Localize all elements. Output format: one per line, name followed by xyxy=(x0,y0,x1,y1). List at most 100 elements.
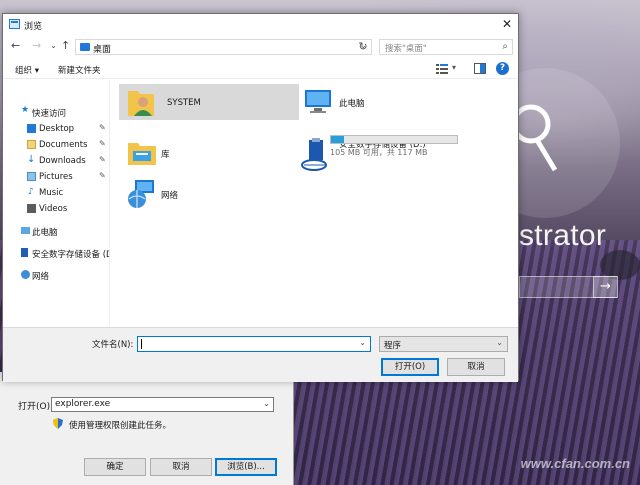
text-caret xyxy=(141,339,142,349)
window-title: 浏览 xyxy=(24,22,43,32)
documents-icon xyxy=(27,140,36,149)
chevron-down-icon[interactable]: ⌄ xyxy=(496,338,503,347)
filename-label: 文件名(N): xyxy=(92,340,134,350)
sidebar-item-label: Downloads xyxy=(39,156,86,166)
organize-menu[interactable]: 组织 ▾ xyxy=(15,64,39,76)
computer-icon xyxy=(21,227,30,234)
cancel-button[interactable]: 取消 xyxy=(447,358,505,376)
pin-icon[interactable]: ✎ xyxy=(99,123,106,132)
chevron-down-icon[interactable]: ⌄ xyxy=(359,338,366,347)
sidebar-item-videos[interactable]: Videos xyxy=(3,202,109,216)
list-item-system[interactable]: SYSTEM xyxy=(119,84,299,120)
sidebar-item-label: 此电脑 xyxy=(32,228,58,238)
browse-dialog: 浏览 ✕ ← → ⌄ ↑ 桌面 ⌄ ↻ 搜索"桌面" ⌕ 组织 ▾ 新建文件夹 … xyxy=(2,13,519,382)
run-open-label: 打开(O): xyxy=(18,402,54,412)
title-bar[interactable]: 浏览 ✕ xyxy=(3,14,518,36)
navigation-pane: ★ 快速访问 Desktop ✎ Documents ✎ ↓ Downloads… xyxy=(3,80,110,327)
desktop-icon xyxy=(27,124,36,133)
address-bar[interactable]: 桌面 ⌄ xyxy=(75,39,372,55)
sidebar-item-music[interactable]: ♪ Music xyxy=(3,186,109,200)
list-item-network[interactable]: 网络 xyxy=(119,176,289,212)
run-dialog: ▔▔▔▔▔▔▔▔▔▔ 打开(O): explorer.exe ⌄ 使用管理权限创… xyxy=(0,372,294,485)
sidebar-item-label: Pictures xyxy=(39,172,73,182)
sidebar-item-removable-drive[interactable]: 安全数字存储设备 (D xyxy=(3,246,110,260)
uac-shield-icon xyxy=(53,418,63,429)
new-folder-button[interactable]: 新建文件夹 xyxy=(58,64,101,76)
chevron-down-icon[interactable]: ⌄ xyxy=(263,399,270,408)
browse-button[interactable]: 浏览(B)... xyxy=(215,458,277,476)
pin-icon[interactable]: ✎ xyxy=(99,139,106,148)
usb-drive-icon xyxy=(21,248,28,257)
computer-icon xyxy=(305,90,331,113)
sidebar-item-network[interactable]: 网络 xyxy=(3,268,109,282)
view-dropdown-icon[interactable]: ▾ xyxy=(452,63,456,72)
item-label: SYSTEM xyxy=(167,98,201,108)
sidebar-item-label: 安全数字存储设备 (D xyxy=(32,250,110,260)
refresh-icon[interactable]: ↻ xyxy=(355,39,371,55)
list-item-library[interactable]: 库 xyxy=(119,135,289,171)
quick-access-star-icon: ★ xyxy=(21,105,30,115)
forward-arrow-icon[interactable]: → xyxy=(32,39,41,52)
open-button[interactable]: 打开(O) xyxy=(381,358,439,376)
item-label: 此电脑 xyxy=(339,99,365,109)
sidebar-item-this-pc[interactable]: 此电脑 xyxy=(3,224,109,238)
run-open-input[interactable]: explorer.exe ⌄ xyxy=(51,397,274,412)
user-folder-icon xyxy=(128,91,154,116)
recent-locations-chevron-icon[interactable]: ⌄ xyxy=(50,41,57,50)
submit-arrow-button[interactable]: → xyxy=(593,276,618,298)
list-item-this-pc[interactable]: 此电脑 xyxy=(297,84,497,120)
item-label: 网络 xyxy=(161,191,179,201)
network-icon xyxy=(128,180,154,208)
pictures-icon xyxy=(27,172,36,181)
back-arrow-icon[interactable]: ← xyxy=(11,39,20,52)
videos-icon xyxy=(27,204,36,213)
usb-drive-icon xyxy=(301,138,327,171)
dialog-footer: 文件名(N): ⌄ 程序 ⌄ 打开(O) 取消 xyxy=(3,327,518,382)
breadcrumb[interactable]: 桌面 xyxy=(93,42,111,55)
drive-usage-bar xyxy=(330,135,458,144)
library-icon xyxy=(128,143,156,165)
run-open-value: explorer.exe xyxy=(55,399,111,409)
sidebar-item-pictures[interactable]: Pictures ✎ xyxy=(3,170,109,184)
help-icon[interactable]: ? xyxy=(496,62,509,75)
window-icon xyxy=(9,19,20,29)
music-note-icon: ♪ xyxy=(28,187,34,197)
filename-input[interactable]: ⌄ xyxy=(137,336,371,352)
search-icon[interactable]: ⌕ xyxy=(502,41,508,52)
desktop-folder-icon xyxy=(80,43,90,51)
sidebar-item-label: Documents xyxy=(39,140,88,150)
sidebar-item-label: Desktop xyxy=(39,124,75,134)
item-label: 库 xyxy=(161,150,170,160)
sidebar-item-label: 网络 xyxy=(32,272,50,282)
sidebar-item-quick-access[interactable]: ★ 快速访问 xyxy=(3,105,109,119)
sidebar-item-label: 快速访问 xyxy=(32,109,67,119)
sidebar-item-label: Music xyxy=(39,188,64,198)
view-options-icon[interactable] xyxy=(436,63,448,74)
downloads-arrow-icon: ↓ xyxy=(27,154,36,165)
sidebar-item-label: Videos xyxy=(39,204,68,214)
ok-button[interactable]: 确定 xyxy=(84,458,146,476)
drive-free-space: 105 MB 可用，共 117 MB xyxy=(330,148,428,157)
drive-usage-fill xyxy=(331,136,344,143)
file-type-select[interactable]: 程序 ⌄ xyxy=(379,336,508,352)
sidebar-item-downloads[interactable]: ↓ Downloads ✎ xyxy=(3,154,109,168)
run-cancel-button[interactable]: 取消 xyxy=(150,458,212,476)
up-arrow-icon[interactable]: ↑ xyxy=(61,39,70,52)
watermark: www.cfan.com.cn xyxy=(520,456,630,471)
search-input[interactable]: 搜索"桌面" ⌕ xyxy=(379,39,513,55)
sidebar-item-desktop[interactable]: Desktop ✎ xyxy=(3,122,109,136)
navigation-bar: ← → ⌄ ↑ 桌面 ⌄ ↻ 搜索"桌面" ⌕ xyxy=(3,36,518,58)
file-type-value: 程序 xyxy=(384,341,402,351)
file-list: SYSTEM 此电脑 库 安全数字存储设备 (D:) 网络 xyxy=(111,80,518,327)
sidebar-item-documents[interactable]: Documents ✎ xyxy=(3,138,109,152)
user-name: strator xyxy=(519,219,607,252)
user-avatar-icon xyxy=(515,104,558,172)
preview-pane-icon[interactable] xyxy=(474,63,486,74)
pin-icon[interactable]: ✎ xyxy=(99,155,106,164)
pin-icon[interactable]: ✎ xyxy=(99,171,106,180)
search-placeholder: 搜索"桌面" xyxy=(385,44,427,54)
command-bar: 组织 ▾ 新建文件夹 ▾ ? xyxy=(3,59,518,79)
admin-privilege-note: 使用管理权限创建此任务。 xyxy=(69,421,172,431)
close-icon[interactable]: ✕ xyxy=(502,17,512,31)
network-icon xyxy=(21,270,30,279)
